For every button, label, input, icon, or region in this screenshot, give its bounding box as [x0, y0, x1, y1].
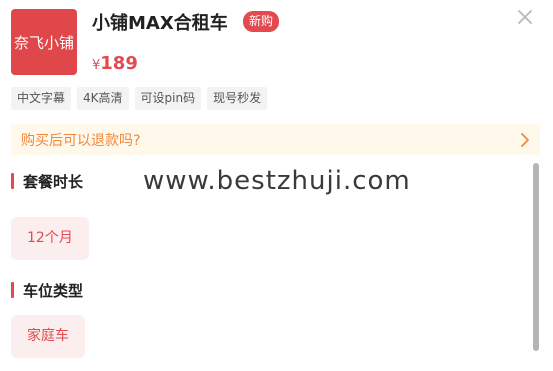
refund-faq-label: 购买后可以退款吗?: [21, 132, 141, 149]
tag-item: 4K高清: [77, 87, 129, 110]
product-title: 小铺MAX合租车: [92, 13, 228, 34]
chevron-right-icon: [521, 132, 529, 147]
close-button[interactable]: [514, 6, 536, 28]
tag-item: 可设pin码: [134, 87, 202, 110]
status-badge: 新购: [243, 11, 280, 32]
option-duration-12-months[interactable]: 12个月: [11, 217, 89, 260]
section-marker: [11, 173, 14, 189]
scrollbar[interactable]: [533, 163, 539, 351]
watermark-text: www.bestzhuji.com: [143, 166, 411, 196]
section-title-seat-type: 车位类型: [23, 282, 84, 300]
tag-item: 中文字幕: [11, 87, 72, 110]
section-title-duration: 套餐时长: [23, 173, 84, 191]
product-logo: 奈飞小铺: [11, 9, 77, 75]
price-value: 189: [100, 53, 138, 74]
feature-tags: 中文字幕 4K高清 可设pin码 现号秒发: [11, 87, 268, 110]
logo-text: 奈飞小铺: [13, 33, 74, 52]
option-seat-family[interactable]: 家庭车: [11, 315, 85, 358]
section-marker: [11, 282, 14, 298]
tag-item: 现号秒发: [207, 87, 268, 110]
close-icon: [518, 10, 532, 24]
refund-faq-link[interactable]: 购买后可以退款吗?: [11, 124, 540, 155]
product-price: ¥189: [92, 53, 138, 74]
